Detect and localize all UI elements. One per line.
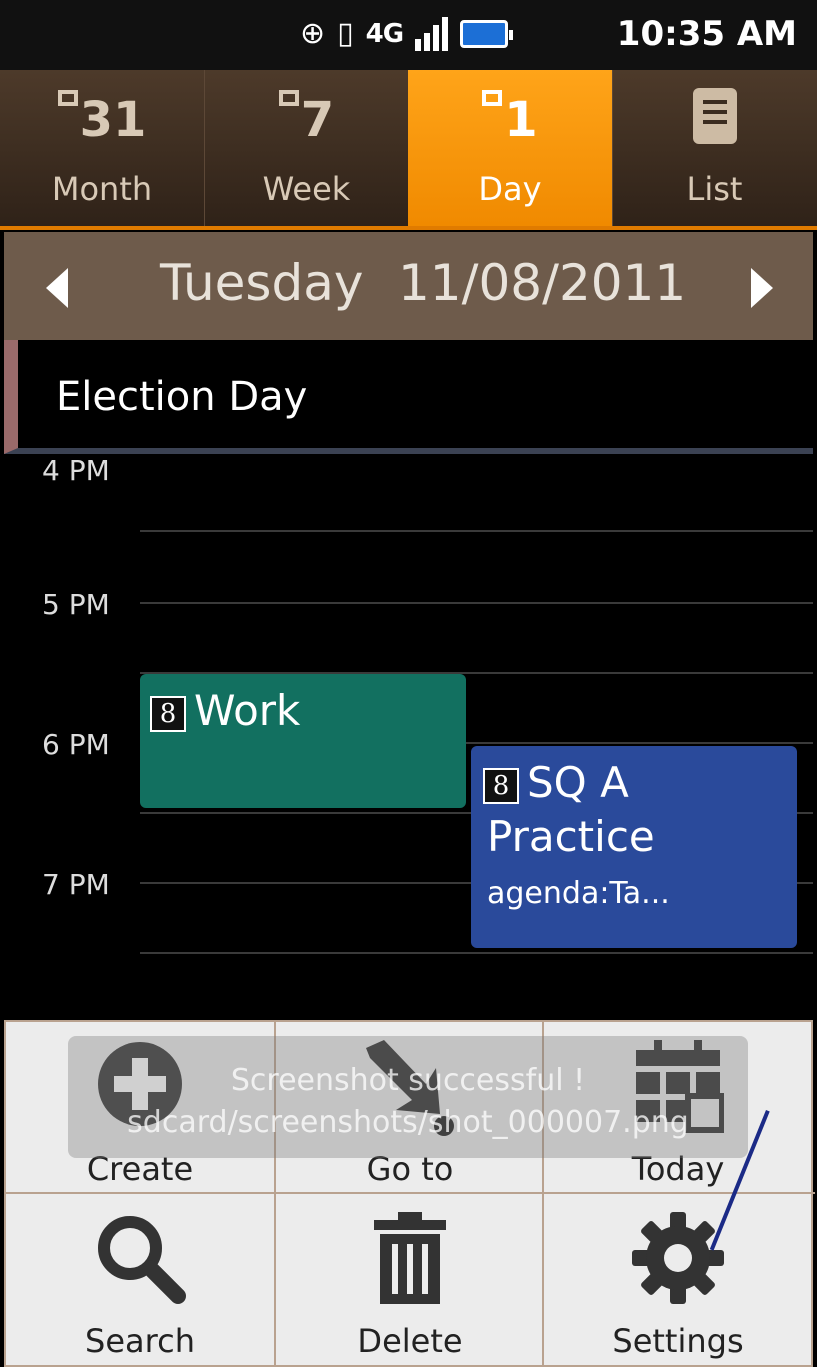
half-hour-line [140,952,813,954]
delete-button[interactable]: Delete [276,1194,544,1364]
all-day-event-title: Election Day [56,374,308,420]
menu-label: Settings [612,1322,744,1360]
screenshot-toast: Screenshot successful ! sdcard/screensho… [68,1036,748,1158]
clock: 10:35 AM [616,14,797,54]
event-title-line2: Practice [487,812,655,861]
battery-icon [460,20,514,48]
google-calendar-icon: 8 [150,695,186,732]
status-bar: ⊕ ▯ 4G 10:35 AM [0,0,817,70]
tab-day[interactable]: 1 Day [408,70,612,226]
menu-label: Search [85,1322,195,1360]
tab-label: List [686,170,743,208]
hour-label: 6 PM [42,728,110,761]
previous-day-icon[interactable] [46,268,68,308]
vibrate-icon: ▯ [337,16,354,51]
4g-lte-icon: 4G [365,19,404,49]
event-work[interactable]: 8 Work [140,674,466,808]
day-name: Tuesday [160,254,364,312]
google-calendar-icon: 8 [483,767,519,804]
current-date: 11/08/2011 [398,254,687,312]
date-navigator: Tuesday 11/08/2011 [4,232,813,340]
search-button[interactable]: Search [6,1194,274,1364]
event-location: agenda:Ta... [487,876,670,911]
trash-icon [374,1212,446,1304]
settings-button[interactable]: Settings [544,1194,812,1364]
gear-icon [632,1212,724,1304]
day-timeline[interactable]: 4 PM 5 PM 6 PM 7 PM 8 Work 8 SQ A Practice… [4,460,813,1020]
toast-line1: Screenshot successful ! [230,1063,586,1098]
status-icons: ⊕ ▯ 4G [300,14,514,54]
tab-label: Month [51,170,153,208]
event-title: SQ A [527,758,629,807]
tab-label: Day [478,170,542,208]
calendar-day-icon: 1 [408,86,612,156]
tab-month[interactable]: 31 Month [0,70,204,226]
signal-icon [415,17,449,51]
next-day-icon[interactable] [751,268,773,308]
all-day-event[interactable]: Election Day [4,340,813,454]
gps-icon: ⊕ [300,16,326,51]
tab-list[interactable]: List [612,70,816,226]
hour-label: 4 PM [42,460,110,487]
menu-label: Delete [357,1322,463,1360]
tab-label: Week [262,170,351,208]
toast-line2: sdcard/screenshots/shot_000007.png [127,1105,689,1140]
calendar-week-icon: 7 [205,86,408,156]
event-title: Work [194,686,301,735]
tab-week[interactable]: 7 Week [204,70,408,226]
search-icon [98,1216,186,1304]
hour-label: 5 PM [42,588,110,621]
view-tabs: 31 Month 7 Week 1 Day List [0,70,817,230]
event-sq-a-practice[interactable]: 8 SQ A Practice agenda:Ta... [471,746,797,948]
half-hour-line [140,530,813,532]
list-icon [692,88,737,144]
calendar-month-icon: 31 [0,86,204,156]
hour-label: 7 PM [42,868,110,901]
hour-line [140,602,813,604]
